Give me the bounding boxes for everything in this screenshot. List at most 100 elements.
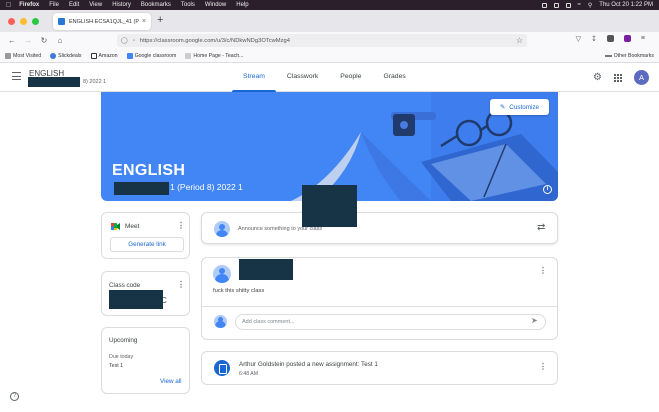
redaction-box <box>28 77 80 87</box>
upcoming-title: Upcoming <box>109 337 138 344</box>
menu-icon[interactable]: ≡ <box>641 35 645 43</box>
user-avatar <box>214 315 227 328</box>
back-button[interactable]: ← <box>4 36 20 45</box>
bookmark-label: Amazon <box>98 52 118 59</box>
downloads-icon[interactable]: ↧ <box>591 35 597 43</box>
bookmark-slickdeals[interactable]: Slickdeals <box>50 52 82 59</box>
slickdeals-icon <box>50 52 57 59</box>
bookmark-amazon[interactable]: Amazon <box>90 52 118 59</box>
other-bookmarks-label: Other Bookmarks <box>613 52 654 59</box>
apple-icon[interactable]:  <box>6 2 11 9</box>
bookmark-label: Google classroom <box>134 52 177 59</box>
menu-file[interactable]: File <box>49 2 59 8</box>
assignment-icon <box>214 360 230 376</box>
menu-help[interactable]: Help <box>236 2 248 8</box>
search-icon[interactable]: ⚲ <box>588 2 592 9</box>
menu-bookmarks[interactable]: Bookmarks <box>141 2 171 8</box>
forward-button[interactable]: → <box>20 36 36 45</box>
other-bookmarks[interactable]: Other Bookmarks <box>605 53 654 59</box>
minimize-window-button[interactable] <box>20 18 27 25</box>
toolbar-icons: ▽ ↧ ≡ <box>576 35 645 43</box>
extension-icon[interactable] <box>606 35 614 42</box>
lock-icon[interactable]: ▫ <box>133 38 135 44</box>
post-body: fuck this shitty class <box>213 288 265 294</box>
tab-classwork[interactable]: Classwork <box>276 63 329 92</box>
macos-menu-bar:  Firefox File Edit View History Bookmar… <box>0 0 659 10</box>
redaction-box <box>114 182 169 195</box>
redaction-box <box>239 259 293 280</box>
google-meet-icon <box>111 223 120 230</box>
account-avatar[interactable]: A <box>634 70 649 85</box>
menu-edit[interactable]: Edit <box>69 2 79 8</box>
clock-text[interactable]: Thu Oct 20 1:22 PM <box>599 2 653 8</box>
zoom-window-button[interactable] <box>32 18 39 25</box>
browser-nav-bar: ← → ↻ ⌂ ◯ ▫ https://classroom.google.com… <box>0 32 659 49</box>
more-vert-icon[interactable]: ⋮ <box>539 363 547 371</box>
bookmark-label: Slickdeals <box>58 52 82 59</box>
announce-card[interactable]: Announce something to your class ⇄ <box>201 212 558 244</box>
google-apps-icon[interactable] <box>614 73 622 82</box>
class-code-label: Class code <box>109 282 141 289</box>
menu-window[interactable]: Window <box>205 2 226 8</box>
status-icon[interactable] <box>541 2 547 8</box>
redaction-box <box>302 185 357 227</box>
status-icon[interactable] <box>553 2 559 8</box>
extension-icon[interactable] <box>623 35 631 42</box>
main-menu-icon[interactable] <box>12 72 21 80</box>
menu-view[interactable]: View <box>89 2 102 8</box>
user-avatar <box>213 265 231 283</box>
menu-app-name[interactable]: Firefox <box>19 2 39 8</box>
bookmark-label: Home Page - Teach... <box>193 52 244 59</box>
reuse-post-icon[interactable]: ⇄ <box>537 222 545 233</box>
more-vert-icon[interactable]: ⋮ <box>539 267 547 275</box>
close-window-button[interactable] <box>8 18 15 25</box>
new-tab-button[interactable]: + <box>157 14 163 26</box>
upcoming-item-link[interactable]: Test 1 <box>109 363 123 369</box>
more-vert-icon[interactable]: ⋮ <box>177 222 185 230</box>
view-all-link[interactable]: View all <box>160 378 182 385</box>
status-icon[interactable] <box>565 2 571 8</box>
menu-history[interactable]: History <box>112 2 131 8</box>
bookmark-most-visited[interactable]: Most Visited <box>5 52 41 59</box>
pocket-icon[interactable]: ▽ <box>576 35 581 43</box>
customize-button[interactable]: ✎ Customize <box>490 99 549 115</box>
user-avatar <box>214 221 230 237</box>
meet-label: Meet <box>125 223 140 230</box>
menu-tools[interactable]: Tools <box>181 2 195 8</box>
url-text[interactable]: https://classroom.google.com/u/3/c/NDkwN… <box>140 38 290 44</box>
reload-button[interactable]: ↻ <box>36 36 52 45</box>
bookmarks-bar: Most Visited Slickdeals Amazon Google cl… <box>0 49 659 63</box>
meet-card: Meet ⋮ Generate link <box>101 212 190 259</box>
window-controls <box>8 18 39 25</box>
classroom-icon <box>126 52 133 59</box>
more-vert-icon[interactable]: ⋮ <box>177 281 185 289</box>
browser-tab-bar: ENGLISH ECSA1QJL_41 (Period × + <box>0 10 659 32</box>
send-icon[interactable]: ➤ <box>531 316 538 325</box>
url-bar[interactable]: ◯ ▫ https://classroom.google.com/u/3/c/N… <box>117 34 527 47</box>
stream-post-card: ⋮ fuck this shitty class Add class comme… <box>201 257 558 340</box>
status-area: ≈ ⚲ Thu Oct 20 1:22 PM <box>541 2 653 9</box>
assignment-post-card[interactable]: Arthur Goldstein posted a new assignment… <box>201 351 558 385</box>
bookmark-home-page[interactable]: Home Page - Teach... <box>185 52 244 59</box>
help-icon[interactable]: ? <box>10 392 19 401</box>
browser-tab-active[interactable]: ENGLISH ECSA1QJL_41 (Period × <box>53 13 151 30</box>
tab-title: ENGLISH ECSA1QJL_41 (Period <box>69 18 139 25</box>
page-icon <box>185 52 192 59</box>
bookmark-star-icon[interactable]: ☆ <box>516 36 523 45</box>
tab-people[interactable]: People <box>329 63 372 92</box>
class-tabs: Stream Classwork People Grades <box>232 63 417 93</box>
bookmark-google-classroom[interactable]: Google classroom <box>126 52 177 59</box>
assignment-time: 6:48 AM <box>239 371 259 377</box>
header-actions: ⚙ A <box>593 70 649 85</box>
close-tab-icon[interactable]: × <box>142 18 146 25</box>
tab-stream[interactable]: Stream <box>232 63 276 93</box>
generate-link-button[interactable]: Generate link <box>110 237 184 252</box>
tab-grades[interactable]: Grades <box>372 63 416 92</box>
class-comment-input[interactable]: Add class comment... <box>235 314 546 330</box>
wifi-icon[interactable]: ≈ <box>578 2 581 8</box>
home-button[interactable]: ⌂ <box>52 36 68 45</box>
settings-gear-icon[interactable]: ⚙ <box>593 72 602 83</box>
shield-icon[interactable]: ◯ <box>121 37 128 44</box>
info-icon[interactable]: i <box>543 185 552 194</box>
assignment-title[interactable]: Arthur Goldstein posted a new assignment… <box>239 361 378 368</box>
